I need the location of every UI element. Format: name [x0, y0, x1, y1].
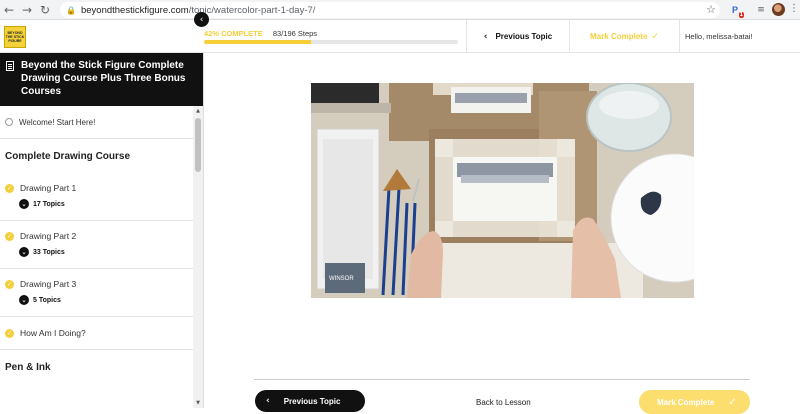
- expand-topics-toggle[interactable]: ⌄ 5 Topics: [19, 295, 193, 305]
- course-sidebar: Beyond the Stick Figure Complete Drawing…: [0, 53, 204, 408]
- scrollbar-thumb[interactable]: [195, 118, 201, 172]
- header-mark-complete-button[interactable]: Mark Complete ✓: [570, 20, 680, 53]
- video-frame: WINSOR: [311, 83, 694, 298]
- complete-check-icon: ✓: [5, 231, 14, 241]
- tube-brand: WINSOR: [329, 276, 354, 282]
- checkmark-icon: ✓: [728, 396, 737, 408]
- complete-check-icon: ✓: [5, 279, 14, 289]
- checkmark-icon: ✓: [651, 31, 659, 42]
- lesson-video[interactable]: WINSOR: [311, 83, 694, 298]
- course-title[interactable]: Beyond the Stick Figure Complete Drawing…: [21, 59, 191, 98]
- bookmark-star-icon[interactable]: ☆: [706, 3, 716, 16]
- lms-header: BEYOND THE STICK FIGURE 42% COMPLETE 83/…: [0, 20, 800, 53]
- complete-check-icon: ✓: [5, 328, 14, 338]
- chevron-down-icon: ⌄: [19, 247, 29, 257]
- course-header: Beyond the Stick Figure Complete Drawing…: [0, 53, 203, 106]
- list-item-welcome[interactable]: Welcome! Start Here!: [0, 106, 193, 139]
- browser-toolbar: ← → ↻ 🔒 beyondthestickfigure.com/topic/w…: [0, 0, 800, 20]
- section-heading: Complete Drawing Course: [5, 150, 131, 162]
- how-am-i-label: How Am I Doing?: [20, 328, 86, 338]
- sidebar-scrollbar[interactable]: ▲ ▼: [193, 106, 203, 408]
- header-previous-topic-label: Previous Topic: [495, 32, 553, 41]
- incomplete-circle-icon: [5, 118, 13, 126]
- document-icon: [6, 61, 14, 71]
- topics-count: 5 Topics: [33, 296, 61, 304]
- lesson-title: Drawing Part 3: [20, 279, 77, 289]
- progress-bar: [204, 40, 458, 44]
- welcome-label: Welcome! Start Here!: [19, 117, 96, 127]
- extension-icon[interactable]: P1: [728, 3, 744, 18]
- topics-count: 33 Topics: [33, 248, 65, 256]
- chevron-down-icon: ⌄: [19, 199, 29, 209]
- previous-topic-label: Previous Topic: [283, 396, 341, 406]
- complete-check-icon: ✓: [5, 183, 14, 193]
- previous-topic-button[interactable]: ‹ Previous Topic: [255, 390, 365, 412]
- logo-line: FIGURE: [8, 39, 22, 43]
- lesson-title: Drawing Part 1: [20, 183, 77, 193]
- progress-bar-fill: [204, 40, 311, 44]
- course-progress: 42% COMPLETE 83/196 Steps: [204, 29, 458, 44]
- chevron-left-icon: ‹: [483, 31, 488, 42]
- expand-topics-toggle[interactable]: ⌄ 33 Topics: [19, 247, 193, 257]
- reading-list-icon[interactable]: ≡: [754, 3, 768, 17]
- user-greeting[interactable]: Hello, melissa-batai!: [685, 20, 753, 53]
- site-logo[interactable]: BEYOND THE STICK FIGURE: [4, 26, 26, 48]
- lesson-item[interactable]: ✓ Drawing Part 1 ⌄ 17 Topics: [0, 173, 193, 221]
- progress-percent: 42% COMPLETE: [204, 29, 263, 38]
- divider: [254, 379, 750, 380]
- collapse-sidebar-button[interactable]: ‹: [194, 12, 209, 27]
- lesson-item[interactable]: ✓ Drawing Part 2 ⌄ 33 Topics: [0, 221, 193, 269]
- list-item-how-am-i[interactable]: ✓ How Am I Doing?: [0, 317, 193, 350]
- course-outline: Welcome! Start Here! Complete Drawing Co…: [0, 106, 193, 384]
- mark-complete-button[interactable]: Mark Complete ✓: [639, 390, 750, 414]
- extension-badge: 1: [738, 12, 744, 18]
- forward-arrow-icon[interactable]: →: [18, 0, 36, 20]
- lesson-title: Drawing Part 2: [20, 231, 77, 241]
- browser-menu-icon[interactable]: ⋮: [789, 3, 799, 14]
- profile-avatar[interactable]: [772, 3, 785, 16]
- header-previous-topic-button[interactable]: ‹ Previous Topic: [466, 20, 570, 53]
- header-mark-complete-label: Mark Complete: [590, 32, 648, 41]
- scroll-up-icon[interactable]: ▲: [193, 108, 203, 114]
- chevron-left-icon: ‹: [266, 396, 270, 406]
- url-path: /topic/watercolor-part-1-day-7/: [188, 4, 316, 16]
- expand-topics-toggle[interactable]: ⌄ 17 Topics: [19, 199, 193, 209]
- chevron-down-icon: ⌄: [19, 295, 29, 305]
- mark-complete-label: Mark Complete: [657, 397, 715, 407]
- lesson-item[interactable]: ✓ Drawing Part 3 ⌄ 5 Topics: [0, 269, 193, 317]
- back-arrow-icon[interactable]: ←: [0, 0, 18, 20]
- address-bar[interactable]: 🔒 beyondthestickfigure.com/topic/waterco…: [60, 2, 720, 18]
- reload-icon[interactable]: ↻: [36, 0, 54, 20]
- back-to-lesson-link[interactable]: Back to Lesson: [476, 398, 531, 407]
- topics-count: 17 Topics: [33, 200, 65, 208]
- section-heading: Pen & Ink: [5, 361, 51, 373]
- scroll-down-icon[interactable]: ▼: [193, 400, 203, 406]
- lock-icon: 🔒: [66, 5, 76, 15]
- url-domain: beyondthestickfigure.com: [80, 4, 189, 16]
- progress-steps: 83/196 Steps: [272, 29, 318, 38]
